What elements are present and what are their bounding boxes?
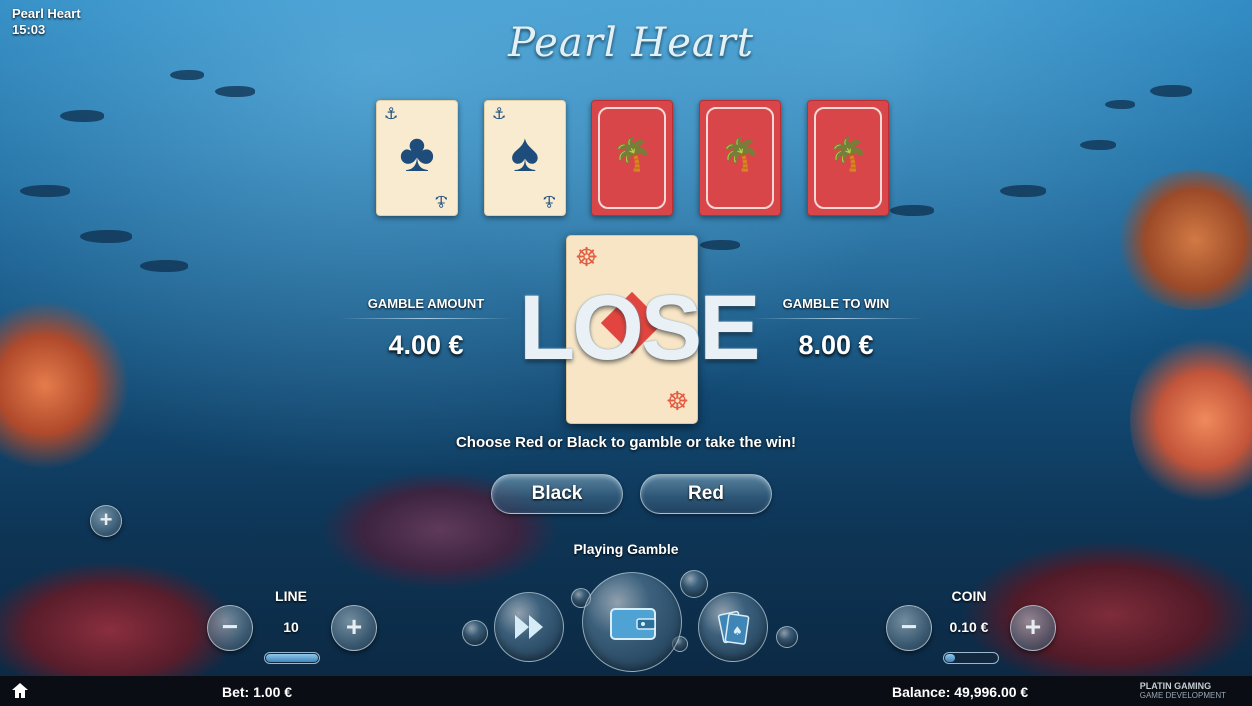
line-label: LINE [275,588,307,604]
fish-decoration [1150,85,1192,97]
divider [752,318,924,319]
bubble-decoration [462,620,488,646]
spades-icon: ♠ [510,123,540,183]
clubs-icon: ♣ [399,123,435,183]
plus-icon[interactable]: + [90,505,122,537]
coral-decoration [1110,170,1252,310]
history-card-back: 🌴 [591,100,673,216]
fish-decoration [1105,100,1135,109]
bubble-decoration [776,626,798,648]
gamble-amount-value: 4.00 € [388,330,464,360]
black-button[interactable]: Black [491,474,623,514]
cards-icon: ♠ [717,610,750,645]
fast-forward-button[interactable] [494,592,564,662]
anchor-icon: ⚓ [492,106,507,123]
anchor-icon: ⚓ [541,192,556,209]
line-slider[interactable] [264,652,320,664]
status-text: Playing Gamble [573,541,679,557]
palm-island-icon: 🌴 [612,136,652,172]
divider [340,318,512,319]
game-title: Pearl Heart [12,6,81,21]
minus-icon: − [900,611,918,642]
minus-icon: − [221,611,239,642]
bottom-bar: Bet: 1.00 € Balance: 49,996.00 € PLATIN … [0,676,1252,706]
gamble-prompt: Choose Red or Black to gamble or take th… [455,434,797,451]
plus-icon: + [345,611,363,642]
game-background: Pearl Heart 15:03 Pearl Heart ⚓ ♣ ⚓ ⚓ ♠ … [0,0,1252,706]
coral-decoration [1130,330,1252,510]
gamble-cards-button[interactable]: ♠ [698,592,768,662]
fish-decoration [700,240,740,250]
anchor-icon: ⚓ [433,192,448,209]
fish-decoration [890,205,934,216]
game-info: Pearl Heart 15:03 [12,6,81,38]
line-plus-button[interactable]: + [331,605,377,651]
coin-label: COIN [951,588,987,604]
result-banner: LOSE [519,277,760,379]
gamble-to-win-label: GAMBLE TO WIN [782,296,890,311]
balance-display: Balance: 49,996.00 € [892,684,1029,700]
coral-decoration [0,300,130,470]
collect-wallet-button[interactable] [582,572,682,672]
coin-slider-fill [945,654,956,662]
palm-island-icon: 🌴 [720,136,760,172]
fast-forward-icon [515,615,543,639]
wallet-icon [610,608,656,640]
gamble-to-win-value: 8.00 € [798,330,874,360]
line-slider-fill [266,654,318,662]
plus-icon: + [1024,611,1042,642]
fish-decoration [170,70,204,80]
coral-decoration [960,540,1252,690]
palm-island-icon: 🌴 [828,136,868,172]
history-card-back: 🌴 [699,100,781,216]
gamble-amount-label: GAMBLE AMOUNT [367,296,485,311]
history-card-back: 🌴 [807,100,889,216]
coin-plus-button[interactable]: + [1010,605,1056,651]
fish-decoration [20,185,70,197]
fish-decoration [215,86,255,97]
coin-slider[interactable] [943,652,999,664]
bet-display: Bet: 1.00 € [222,684,293,700]
line-value: 10 [283,619,299,635]
red-button[interactable]: Red [640,474,772,514]
coin-value: 0.10 € [949,619,989,635]
fish-decoration [1080,140,1116,150]
ship-wheel-icon: ☸ [575,242,599,272]
line-minus-button[interactable]: − [207,605,253,651]
history-card-spades: ⚓ ♠ ⚓ [484,100,566,216]
clock: 15:03 [12,22,46,37]
brand-tagline: GAME DEVELOPMENT [1139,691,1226,700]
fish-decoration [60,110,104,122]
anchor-icon: ⚓ [384,106,399,123]
home-icon[interactable] [11,682,29,699]
coin-minus-button[interactable]: − [886,605,932,651]
history-card-clubs: ⚓ ♣ ⚓ [376,100,458,216]
ship-wheel-icon: ☸ [665,386,689,416]
fish-decoration [80,230,132,243]
svg-text:♠: ♠ [732,624,743,638]
brand-name: PLATIN GAMING [1139,681,1212,691]
brand-logo: PLATIN GAMING GAME DEVELOPMENT [1139,681,1226,701]
fish-decoration [140,260,188,272]
game-logo: Pearl Heart [508,20,754,66]
fish-decoration [1000,185,1046,197]
